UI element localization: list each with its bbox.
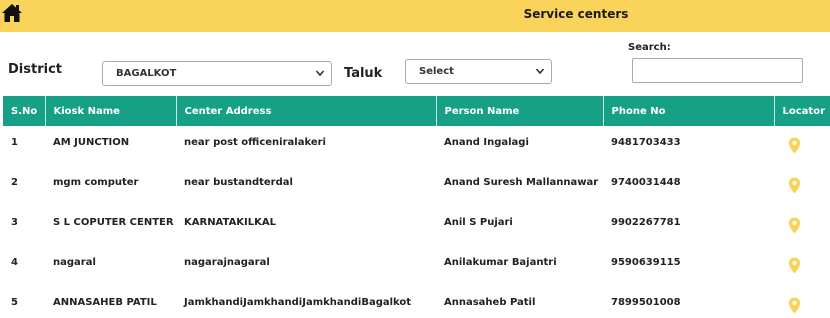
top-bar: Service centers <box>0 0 830 32</box>
taluk-select[interactable]: Select <box>405 59 552 84</box>
cell-kiosk-name: nagaral <box>53 257 96 268</box>
table-row: 2 mgm computer near bustandterdal Anand … <box>3 166 830 206</box>
table-row: 3 S L COPUTER CENTER KARNATAKILKAL Anil … <box>3 206 830 246</box>
district-select-value: BAGALKOT <box>116 68 177 79</box>
chevron-down-icon <box>535 68 545 75</box>
cell-center-address: nagarajnagaral <box>184 257 270 268</box>
cell-sno: 3 <box>11 217 18 228</box>
cell-center-address: KARNATAKILKAL <box>184 217 277 228</box>
cell-phone-no: 9590639115 <box>611 257 681 268</box>
cell-locator <box>774 166 830 206</box>
location-pin-icon[interactable] <box>788 297 801 314</box>
cell-phone-no: 9902267781 <box>611 217 681 228</box>
cell-center-address: JamkhandiJamkhandiJamkhandiBagalkot <box>184 297 412 308</box>
search-label: Search: <box>628 42 671 53</box>
column-header-center-address[interactable]: Center Address <box>176 96 437 126</box>
district-label: District <box>8 62 62 77</box>
cell-center-address: near bustandterdal <box>184 177 293 188</box>
cell-phone-no: 9481703433 <box>611 137 681 148</box>
cell-sno: 1 <box>11 137 18 148</box>
cell-phone-no: 9740031448 <box>611 177 681 188</box>
table-row: 4 nagaral nagarajnagaral Anilakumar Baja… <box>3 246 830 286</box>
cell-sno: 4 <box>11 257 18 268</box>
column-header-phone-no[interactable]: Phone No <box>603 96 775 126</box>
column-header-kiosk-name[interactable]: Kiosk Name <box>45 96 177 126</box>
cell-person-name: Anil S Pujari <box>444 217 513 228</box>
cell-person-name: Anand Suresh Mallannawar <box>444 177 599 188</box>
location-pin-icon[interactable] <box>788 177 801 194</box>
page-title: Service centers <box>523 7 629 21</box>
cell-kiosk-name: mgm computer <box>53 177 139 188</box>
table-row: 1 AM JUNCTION near post officeniralakeri… <box>3 126 830 166</box>
table-row: 5 ANNASAHEB PATIL JamkhandiJamkhandiJamk… <box>3 286 830 318</box>
cell-person-name: Anilakumar Bajantri <box>444 257 557 268</box>
cell-locator <box>774 206 830 246</box>
cell-person-name: Annasaheb Patil <box>444 297 536 308</box>
district-select[interactable]: BAGALKOT <box>102 61 332 86</box>
cell-center-address: near post officeniralakeri <box>184 137 326 148</box>
cell-locator <box>774 126 830 166</box>
location-pin-icon[interactable] <box>788 217 801 234</box>
cell-kiosk-name: AM JUNCTION <box>53 137 130 148</box>
column-header-locator[interactable]: Locator <box>774 96 830 126</box>
cell-kiosk-name: S L COPUTER CENTER <box>53 217 174 228</box>
location-pin-icon[interactable] <box>788 137 801 154</box>
cell-sno: 5 <box>11 297 18 308</box>
location-pin-icon[interactable] <box>788 257 801 274</box>
search-input[interactable] <box>632 58 803 83</box>
taluk-label: Taluk <box>344 66 383 81</box>
cell-kiosk-name: ANNASAHEB PATIL <box>53 297 157 308</box>
table-header-row: S.No Kiosk Name Center Address Person Na… <box>3 96 830 126</box>
cell-locator <box>774 246 830 286</box>
taluk-select-value: Select <box>419 66 454 77</box>
column-header-person-name[interactable]: Person Name <box>436 96 604 126</box>
cell-locator <box>774 286 830 318</box>
cell-phone-no: 7899501008 <box>611 297 681 308</box>
home-icon[interactable] <box>1 3 23 23</box>
column-header-sno[interactable]: S.No <box>3 96 46 126</box>
chevron-down-icon <box>315 70 325 77</box>
service-centers-table: S.No Kiosk Name Center Address Person Na… <box>3 96 830 318</box>
cell-sno: 2 <box>11 177 18 188</box>
cell-person-name: Anand Ingalagi <box>444 137 529 148</box>
